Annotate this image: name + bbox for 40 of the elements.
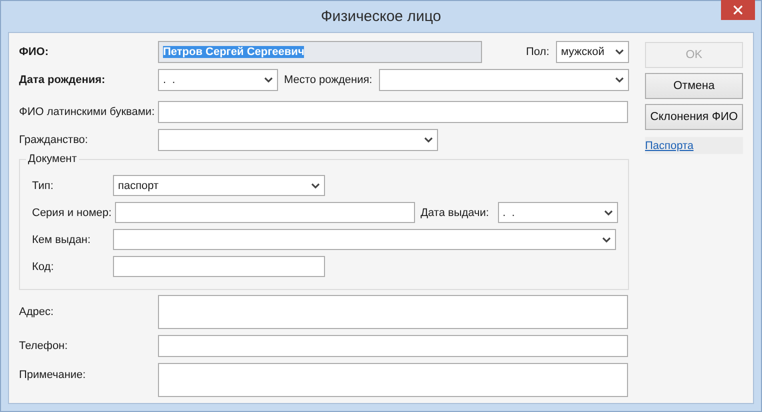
chevron-icon (311, 182, 320, 188)
text-area[interactable] (158, 295, 628, 329)
chevron-icon (604, 210, 613, 216)
group-title: Документ (26, 153, 79, 165)
close-icon (733, 5, 743, 15)
input-field[interactable] (114, 202, 415, 223)
dialog-button[interactable]: Склонения ФИО (645, 104, 743, 130)
close-button[interactable] (721, 0, 755, 20)
dropdown[interactable] (113, 229, 616, 250)
field-label: Код: (32, 260, 55, 272)
field-label: Серия и номер: (32, 206, 113, 218)
dropdown[interactable] (379, 69, 629, 91)
chevron-icon (424, 137, 433, 143)
field-label: Кем выдан: (32, 234, 92, 246)
field-label: Дата рождения: (19, 74, 106, 86)
field-label: Тип: (32, 180, 54, 192)
field-label: Гражданство: (19, 134, 89, 146)
field-label: Примечание: (19, 369, 87, 381)
dropdown[interactable]: . . (498, 202, 618, 223)
field-label: Телефон: (19, 340, 69, 352)
field-label: Пол: (526, 46, 550, 58)
input-field[interactable] (113, 256, 325, 277)
chevron-icon (615, 77, 624, 83)
dropdown[interactable]: паспорт (113, 175, 325, 196)
field-label: Адрес: (19, 306, 55, 318)
field-label: Дата выдачи: (420, 206, 490, 218)
dialog-button[interactable]: Отмена (645, 73, 743, 99)
chevron-icon (264, 77, 273, 83)
input-field[interactable] (158, 101, 628, 123)
dropdown[interactable]: . . (158, 69, 278, 91)
chevron-icon (602, 236, 611, 242)
field-label: Место рождения: (284, 74, 374, 86)
text-area[interactable] (158, 363, 628, 397)
chevron-icon (615, 49, 624, 55)
field-label: ФИО латинскими буквами: (19, 106, 156, 118)
dropdown[interactable]: мужской (556, 41, 629, 63)
field-label: ФИО: (19, 46, 50, 58)
dropdown[interactable] (158, 129, 438, 151)
window-title: Физическое лицо (320, 8, 442, 25)
input-field[interactable] (158, 335, 628, 357)
